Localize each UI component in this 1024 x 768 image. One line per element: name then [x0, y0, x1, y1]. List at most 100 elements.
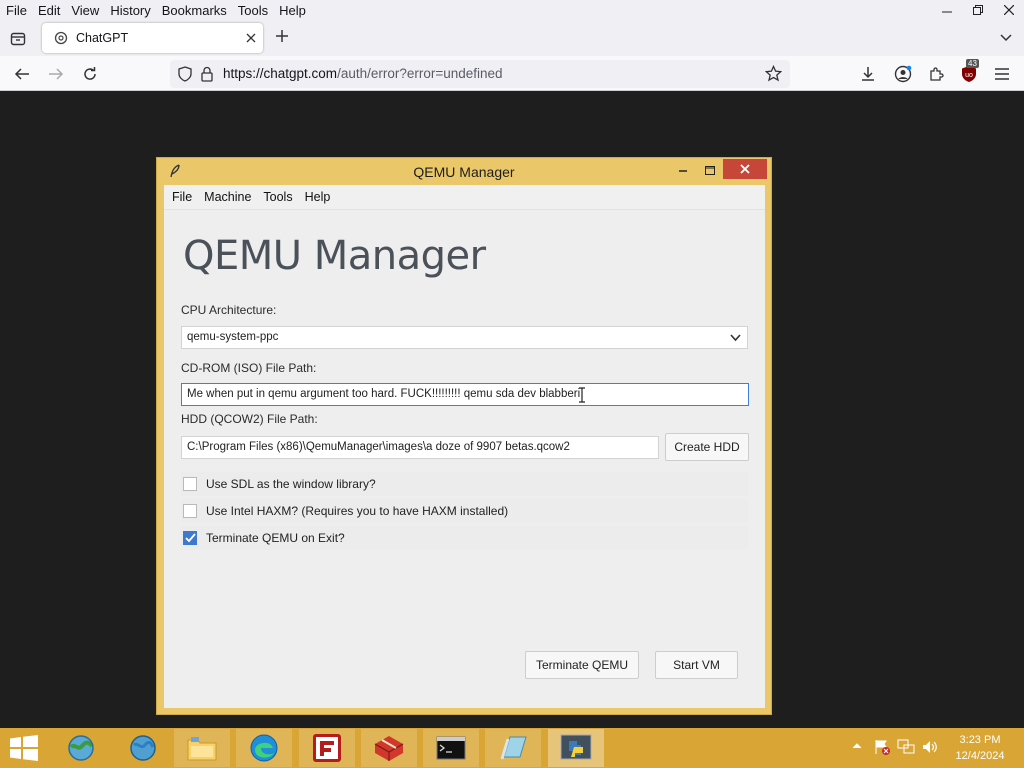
use-haxm-option[interactable]: Use Intel HAXM? (Requires you to have HA…: [181, 499, 748, 523]
chevron-down-icon: [1000, 34, 1012, 42]
minimize-icon: [679, 170, 687, 172]
qemu-manager-window: QEMU Manager File Machine Tools Help QEM…: [156, 157, 772, 715]
menu-file[interactable]: File: [0, 3, 32, 18]
navigation-toolbar: https://chatgpt.com/auth/error?error=und…: [0, 56, 1024, 91]
taskbar-notebook-app[interactable]: [485, 729, 541, 767]
close-icon: [740, 164, 750, 174]
minimize-button[interactable]: [931, 0, 962, 20]
terminate-on-exit-option[interactable]: Terminate QEMU on Exit?: [181, 526, 748, 550]
qemu-close-button[interactable]: [723, 159, 767, 179]
use-haxm-label: Use Intel HAXM? (Requires you to have HA…: [206, 504, 509, 518]
qemu-menu-help[interactable]: Help: [298, 190, 336, 204]
create-hdd-button[interactable]: Create HDD: [665, 433, 749, 461]
edge-icon: [250, 734, 278, 762]
folder-icon: [187, 737, 217, 761]
terminate-qemu-button[interactable]: Terminate QEMU: [525, 651, 639, 679]
system-clock[interactable]: 3:23 PM 12/4/2024: [946, 732, 1014, 764]
taskbar-red-box-app[interactable]: [361, 729, 417, 767]
start-vm-button[interactable]: Start VM: [655, 651, 738, 679]
bookmark-star-icon[interactable]: [764, 64, 783, 85]
list-all-tabs-button[interactable]: [998, 29, 1014, 45]
url-host: https://chatgpt.com: [223, 66, 338, 81]
restore-button[interactable]: [962, 0, 993, 20]
use-sdl-checkbox[interactable]: [183, 477, 197, 491]
taskbar-edge[interactable]: [236, 729, 292, 767]
maximize-icon: [705, 165, 715, 175]
minimize-icon: [941, 11, 952, 13]
terminal-icon: [436, 736, 466, 760]
reload-icon: [84, 67, 96, 80]
account-icon: [894, 65, 912, 83]
ibeam-cursor-icon: [579, 387, 585, 403]
back-button[interactable]: [11, 63, 33, 85]
clock-time: 3:23 PM: [959, 734, 1001, 746]
downloads-button[interactable]: [857, 63, 879, 85]
page-title: QEMU Manager: [183, 233, 486, 279]
close-button[interactable]: [993, 0, 1024, 20]
chevron-down-icon: [730, 332, 741, 346]
download-icon: [862, 67, 874, 81]
account-button[interactable]: [892, 63, 914, 85]
qemu-menu-machine[interactable]: Machine: [197, 190, 256, 204]
forward-arrow-icon: [49, 68, 64, 80]
firefox-view-icon: [10, 32, 26, 46]
url-bar[interactable]: https://chatgpt.com/auth/error?error=und…: [170, 60, 790, 88]
taskbar-ie-globe-2[interactable]: [115, 729, 171, 767]
qemu-minimize-button[interactable]: [670, 161, 696, 181]
new-tab-button[interactable]: [272, 28, 292, 48]
qemu-maximize-button[interactable]: [697, 160, 723, 180]
qemu-menubar: File Machine Tools Help: [164, 185, 765, 209]
globe-icon: [68, 735, 94, 761]
tab-chatgpt[interactable]: ChatGPT: [42, 23, 263, 53]
volume-icon[interactable]: [921, 739, 939, 758]
taskbar-file-explorer[interactable]: [174, 729, 230, 767]
globe-icon: [130, 735, 156, 761]
qemu-menu-file[interactable]: File: [164, 190, 197, 204]
lock-icon[interactable]: [201, 66, 213, 85]
red-box-icon: [374, 736, 404, 761]
notebook-icon: [500, 736, 527, 760]
cdrom-path-input[interactable]: Me when put in qemu argument too hard. F…: [181, 383, 749, 406]
tab-close-icon[interactable]: [239, 33, 263, 43]
svg-text:uo: uo: [965, 72, 973, 79]
menu-bookmarks[interactable]: Bookmarks: [156, 3, 232, 18]
menu-history[interactable]: History: [104, 3, 155, 18]
network-icon[interactable]: [897, 739, 915, 758]
filezilla-icon: [313, 734, 341, 762]
use-sdl-option[interactable]: Use SDL as the window library?: [181, 472, 748, 496]
qemu-client-area: File Machine Tools Help QEMU Manager CPU…: [164, 185, 765, 708]
menu-tools[interactable]: Tools: [232, 3, 273, 18]
taskbar-python[interactable]: [548, 729, 604, 767]
taskbar-filezilla[interactable]: [299, 729, 355, 767]
qemu-menu-tools[interactable]: Tools: [256, 190, 297, 204]
cdrom-path-label: CD-ROM (ISO) File Path:: [181, 361, 317, 375]
use-sdl-label: Use SDL as the window library?: [206, 477, 376, 491]
forward-button[interactable]: [45, 63, 67, 85]
cpu-architecture-select[interactable]: qemu-system-ppc: [181, 326, 748, 349]
tracking-protection-shield-icon[interactable]: [178, 66, 192, 85]
menu-edit[interactable]: Edit: [32, 3, 65, 18]
taskbar-command-prompt[interactable]: [423, 729, 479, 767]
menu-help[interactable]: Help: [273, 3, 311, 18]
start-button[interactable]: [4, 728, 44, 768]
firefox-view-button[interactable]: [8, 28, 28, 48]
action-center-flag-icon[interactable]: [873, 738, 891, 759]
hdd-path-input[interactable]: C:\Program Files (x86)\QemuManager\image…: [181, 436, 659, 459]
ublock-count-badge: 43: [966, 59, 979, 68]
use-haxm-checkbox[interactable]: [183, 504, 197, 518]
reload-button[interactable]: [79, 63, 101, 85]
windows-logo-icon: [10, 735, 38, 761]
window-controls: [931, 0, 1024, 20]
terminate-on-exit-label: Terminate QEMU on Exit?: [206, 531, 345, 545]
app-menu-button[interactable]: [991, 63, 1013, 85]
taskbar: 3:23 PM 12/4/2024: [0, 728, 1024, 768]
taskbar-ie-globe-1[interactable]: [53, 729, 109, 767]
show-hidden-icons-icon[interactable]: [852, 740, 862, 754]
cpu-architecture-label: CPU Architecture:: [181, 303, 277, 317]
menu-view[interactable]: View: [65, 3, 104, 18]
url-path: /auth/error?error=undefined: [337, 66, 503, 81]
qemu-window-titlebar[interactable]: QEMU Manager: [157, 158, 771, 185]
terminate-on-exit-checkbox[interactable]: [183, 531, 197, 545]
hamburger-menu-icon: [995, 68, 1009, 80]
extensions-button[interactable]: [925, 63, 947, 85]
